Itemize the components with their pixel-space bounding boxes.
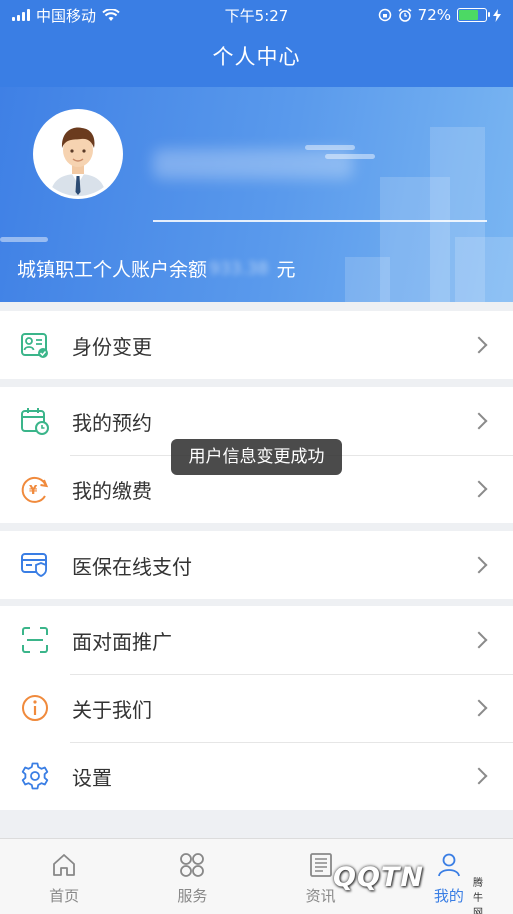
- home-icon: [53, 854, 76, 876]
- menu-item-label: 关于我们: [72, 697, 152, 722]
- page-title: 个人中心: [212, 45, 301, 69]
- menu-item-online-payment[interactable]: 医保在线支付: [0, 531, 513, 599]
- news-icon: [309, 853, 332, 877]
- menu-item-label: 我的预约: [72, 410, 152, 435]
- decor-building: [345, 257, 390, 302]
- grid-icon: [180, 853, 205, 877]
- decor-building: [455, 237, 513, 302]
- chevron-right-icon: [470, 556, 488, 574]
- menu-group: 医保在线支付: [0, 531, 513, 599]
- user-icon: [437, 853, 460, 877]
- scan-icon: [18, 623, 52, 657]
- gear-icon: [18, 759, 52, 793]
- menu-item-label: 设置: [72, 765, 112, 790]
- chevron-right-icon: [470, 412, 488, 430]
- profile-banner: 城镇职工个人账户余额 933.38 元: [0, 87, 513, 302]
- toast-message: 用户信息变更成功: [171, 439, 342, 475]
- status-time: 下午5:27: [224, 6, 289, 25]
- menu-item-settings[interactable]: 设置: [0, 742, 513, 810]
- menu-item-label: 医保在线支付: [72, 554, 192, 579]
- name-underline: [153, 220, 487, 222]
- tab-label: 资讯: [305, 887, 336, 905]
- card-shield-icon: [18, 548, 52, 582]
- tab-services[interactable]: 服务: [128, 839, 256, 914]
- chevron-right-icon: [470, 699, 488, 717]
- yuan-coin-icon: ¥: [18, 472, 52, 506]
- tab-bar: 首页 服务 资讯 我的: [0, 838, 513, 914]
- balance-label: 城镇职工个人账户余额: [17, 259, 208, 281]
- id-card-icon: [18, 328, 52, 362]
- decor-cloud: [0, 237, 48, 242]
- tab-label: 我的: [433, 887, 464, 905]
- watermark-text: QQTN: [333, 862, 424, 893]
- calendar-clock-icon: [18, 404, 52, 438]
- chevron-right-icon: [470, 336, 488, 354]
- status-bar: 中国移动 下午5:27 72%: [0, 0, 513, 30]
- site-watermark: QQTN 腾牛网: [333, 862, 483, 914]
- balance-value: 933.38: [209, 258, 269, 279]
- info-icon: [18, 691, 52, 725]
- tab-home[interactable]: 首页: [0, 839, 128, 914]
- menu-item-identity-change[interactable]: 身份变更: [0, 311, 513, 379]
- chevron-right-icon: [470, 480, 488, 498]
- balance-unit: 元: [276, 259, 296, 281]
- chevron-right-icon: [470, 631, 488, 649]
- menu-item-label: 身份变更: [72, 334, 152, 359]
- tab-label: 服务: [177, 887, 208, 905]
- menu-group: 面对面推广 关于我们 设置: [0, 606, 513, 810]
- watermark-sub: 腾牛网: [473, 878, 484, 914]
- chevron-right-icon: [470, 767, 488, 785]
- tab-label: 首页: [49, 887, 80, 905]
- user-name-blurred: [153, 149, 353, 179]
- avatar[interactable]: [33, 109, 123, 199]
- top-bar: 中国移动 下午5:27 72% 个人中心: [0, 0, 513, 87]
- svg-text:¥: ¥: [29, 483, 38, 497]
- avatar-man-icon: [36, 112, 120, 196]
- menu-group: 身份变更: [0, 311, 513, 379]
- menu-item-label: 面对面推广: [72, 629, 172, 654]
- menu-item-about-us[interactable]: 关于我们: [0, 674, 513, 742]
- battery-icon: [457, 8, 490, 22]
- account-balance: 城镇职工个人账户余额 933.38 元: [17, 255, 296, 282]
- menu-item-label: 我的缴费: [72, 478, 152, 503]
- menu-item-face-promotion[interactable]: 面对面推广: [0, 606, 513, 674]
